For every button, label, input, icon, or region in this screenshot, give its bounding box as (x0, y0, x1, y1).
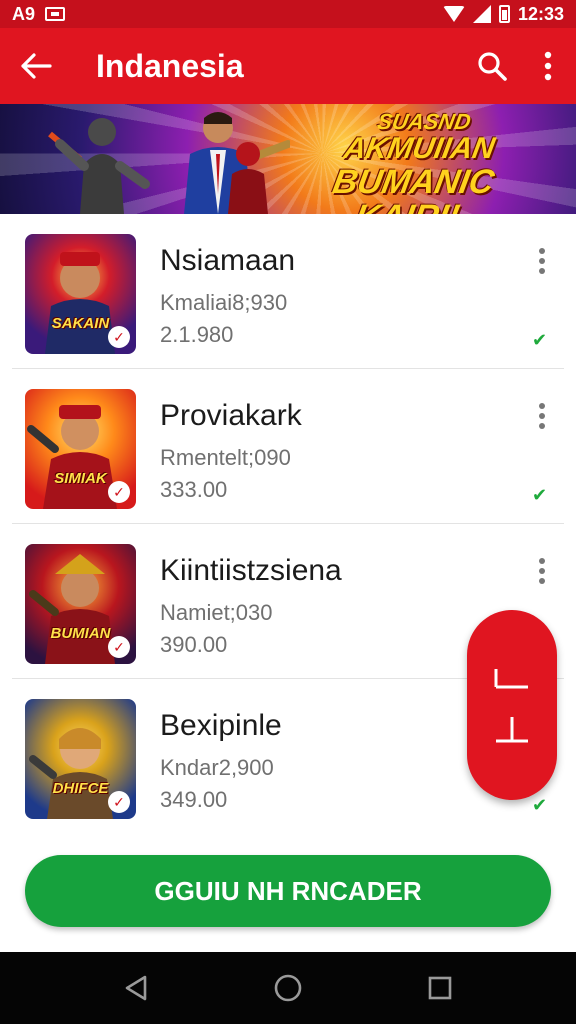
item-subtitle: Kmaliai8;930 (160, 290, 288, 315)
product-thumbnail[interactable]: DHIFCE ✓ (25, 699, 136, 819)
item-price: 349.00 (160, 787, 228, 812)
bracket-icon (494, 669, 528, 743)
item-price: 2.1.980 (160, 322, 234, 347)
back-triangle-icon (125, 975, 147, 1001)
screen: A9 12:33 Indanesia SUASND AKMUIIAN BUMAN… (0, 0, 576, 1024)
item-name: Kiintiistzsiena (160, 554, 342, 587)
promo-banner[interactable]: SUASND AKMUIIAN BUMANIC KAIRI! (0, 104, 576, 214)
primary-action-button[interactable]: GGUIU NH RNCADER (25, 855, 551, 927)
back-button[interactable] (0, 28, 72, 104)
more-options-button[interactable] (520, 28, 576, 104)
item-name: Proviakark (160, 399, 302, 432)
app-bar: Indanesia (0, 28, 576, 104)
item-name: Nsiamaan (160, 244, 296, 277)
checkmark-icon: ✔ (532, 330, 548, 350)
page-title: Indanesia (96, 47, 244, 84)
red-helmet-figure (228, 142, 268, 214)
more-vert-icon (539, 403, 545, 429)
notification-box-icon (45, 7, 66, 21)
checkmark-icon: ✔ (532, 795, 548, 815)
product-thumbnail[interactable]: BUMIAN ✓ (25, 544, 136, 664)
more-vert-icon (544, 51, 552, 81)
bottom-action-area: GGUIU NH RNCADER (0, 834, 576, 952)
recents-square-icon (428, 976, 452, 1000)
back-arrow-icon (21, 53, 52, 79)
item-subtitle: Namiet;030 (160, 600, 273, 625)
more-vert-icon (539, 558, 545, 584)
status-time: 12:33 (517, 3, 564, 24)
search-button[interactable] (464, 28, 520, 104)
check-badge-icon: ✓ (108, 791, 130, 813)
item-more-button[interactable] (528, 244, 556, 278)
more-vert-icon (539, 248, 545, 274)
home-circle-icon (274, 974, 302, 1002)
system-nav-bar (0, 952, 576, 1024)
signal-icon (472, 5, 491, 23)
banner-line-2: AKMUIIAN (341, 132, 498, 166)
item-subtitle: Rmentelt;090 (160, 445, 291, 470)
nav-back-button[interactable] (106, 958, 166, 1018)
checkmark-icon: ✔ (532, 485, 548, 505)
list-item[interactable]: SAKAIN ✓ Nsiamaan Kmaliai8;930 2.1.980 ✔ (0, 214, 576, 369)
check-badge-icon: ✓ (108, 481, 130, 503)
status-bar: A9 12:33 (0, 0, 576, 28)
search-icon (478, 52, 507, 81)
item-price: 333.00 (160, 477, 228, 502)
check-badge-icon: ✓ (108, 326, 130, 348)
nav-home-button[interactable] (258, 958, 318, 1018)
nav-recents-button[interactable] (410, 958, 470, 1018)
status-left: A9 (12, 3, 66, 25)
floating-action-button[interactable] (467, 610, 557, 800)
wifi-icon (442, 6, 465, 22)
list-item[interactable]: SIMIAK ✓ Proviakark Rmentelt;090 333.00 … (0, 369, 576, 524)
product-thumbnail[interactable]: SAKAIN ✓ (25, 234, 136, 354)
status-right: 12:33 (442, 3, 564, 25)
banner-line-3: BUMANIC KAIRI! (329, 162, 498, 214)
banner-headline: SUASND AKMUIIAN BUMANIC KAIRI! (279, 109, 551, 214)
item-price: 390.00 (160, 632, 228, 657)
item-more-button[interactable] (528, 399, 556, 433)
item-more-button[interactable] (528, 554, 556, 588)
item-name: Bexipinle (160, 709, 282, 742)
item-subtitle: Kndar2,900 (160, 755, 274, 780)
banner-line-1: SUASND (375, 109, 473, 134)
product-thumbnail[interactable]: SIMIAK ✓ (25, 389, 136, 509)
status-left-text: A9 (12, 3, 36, 24)
battery-icon (498, 5, 510, 23)
armored-warrior-figure (48, 118, 150, 214)
check-badge-icon: ✓ (108, 636, 130, 658)
